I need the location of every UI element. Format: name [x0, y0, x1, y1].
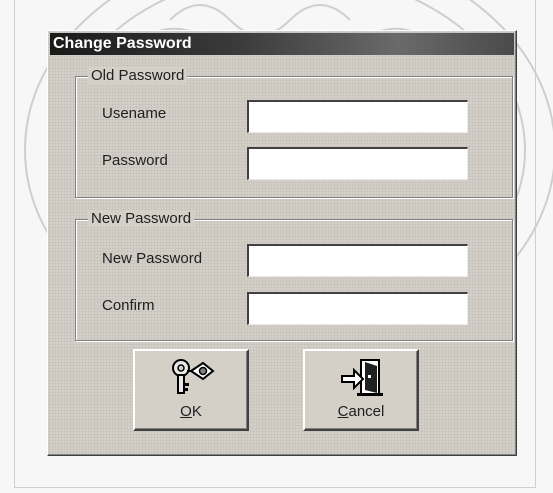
old-password-input[interactable]: [247, 147, 468, 180]
confirm-label: Confirm: [102, 297, 155, 314]
ok-label-rest: K: [191, 403, 202, 420]
keys-icon: [172, 359, 215, 394]
ok-button[interactable]: OK: [133, 349, 249, 431]
title-bar[interactable]: Change Password: [50, 33, 514, 55]
new-password-input[interactable]: [247, 244, 468, 277]
old-password-group: Old Password Usename Password: [75, 67, 513, 198]
confirm-password-input[interactable]: [247, 292, 468, 325]
cancel-label-rest: ancel: [348, 403, 385, 420]
new-password-group: New Password New Password Confirm: [75, 210, 513, 341]
cancel-button[interactable]: Cancel: [303, 349, 419, 431]
exit-door-icon: [341, 359, 383, 396]
username-label: Usename: [102, 105, 167, 122]
new-password-label: New Password: [102, 250, 203, 267]
dialog-title: Change Password: [53, 35, 192, 52]
new-password-legend: New Password: [88, 210, 195, 227]
username-input[interactable]: [247, 100, 468, 133]
cancel-mnemonic: C: [337, 403, 349, 420]
ok-mnemonic: O: [180, 403, 192, 420]
cancel-button-label: Cancel: [305, 403, 417, 420]
ok-button-label: OK: [135, 403, 247, 420]
old-password-label: Password: [102, 152, 168, 169]
change-password-dialog: Change Password Old Password Usename Pas…: [47, 30, 517, 456]
old-password-legend: Old Password: [88, 67, 188, 84]
